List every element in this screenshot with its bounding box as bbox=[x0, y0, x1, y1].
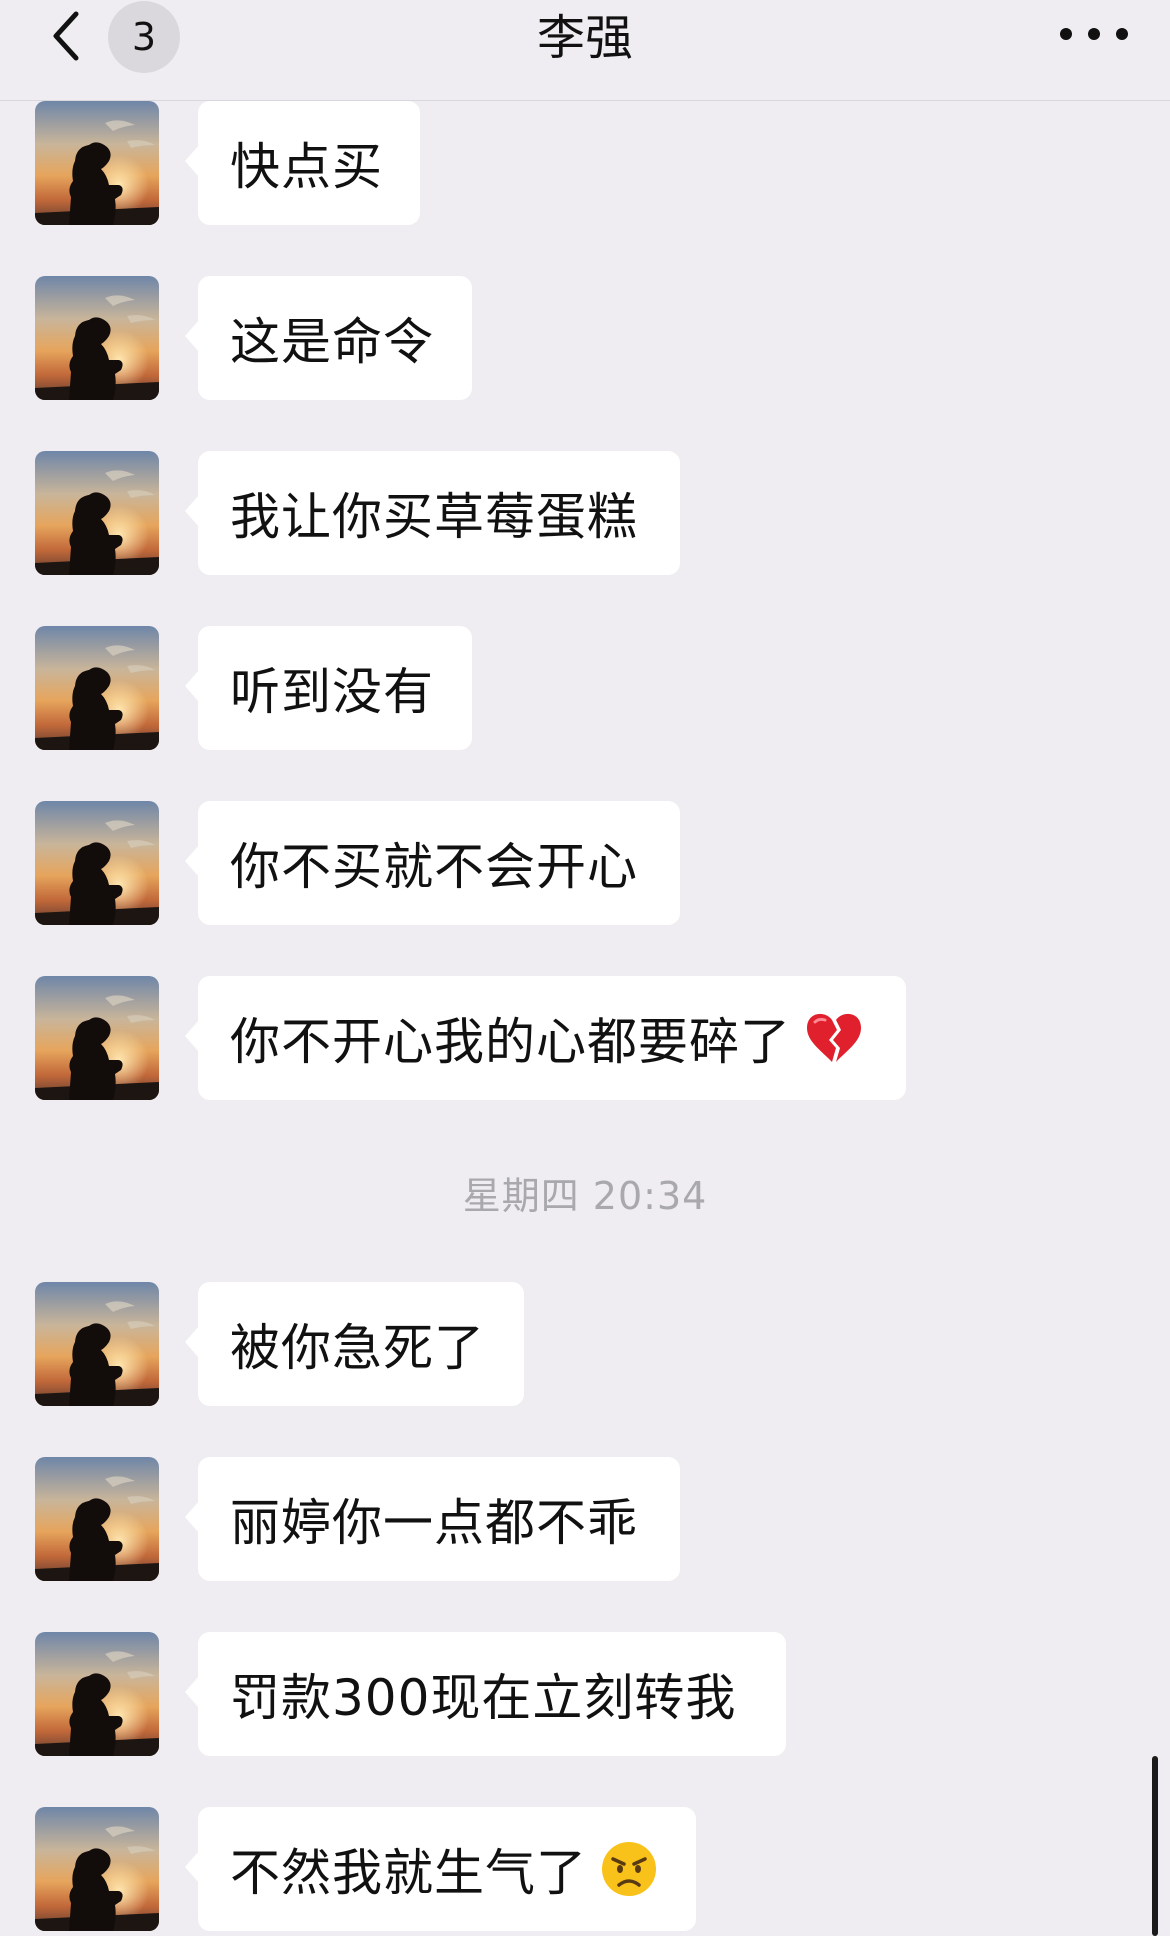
avatar[interactable] bbox=[35, 801, 159, 925]
message-text: 你不买就不会开心 bbox=[230, 838, 638, 896]
message-text: 快点买 bbox=[230, 138, 383, 196]
avatar[interactable] bbox=[35, 626, 159, 750]
message-row: 你不买就不会开心 bbox=[0, 801, 1170, 925]
scrollbar[interactable] bbox=[1152, 1756, 1158, 1936]
broken-heart-icon bbox=[807, 1013, 861, 1062]
unread-count-badge[interactable]: 3 bbox=[108, 1, 180, 73]
message-bubble[interactable]: 丽婷你一点都不乖 bbox=[185, 1457, 680, 1581]
message-text: 这是命令 bbox=[230, 313, 434, 371]
chevron-left-icon bbox=[53, 11, 79, 61]
message-text: 被你急死了 bbox=[230, 1319, 485, 1377]
avatar[interactable] bbox=[35, 276, 159, 400]
more-button[interactable] bbox=[1052, 14, 1136, 54]
timestamp-divider: 星期四 20:34 bbox=[462, 1174, 708, 1218]
message-text: 你不开心我的心都要碎了 bbox=[230, 1013, 791, 1071]
message-text: 听到没有 bbox=[230, 663, 434, 721]
message-row: 被你急死了 bbox=[0, 1282, 1170, 1406]
message-bubble[interactable]: 快点买 bbox=[185, 101, 420, 225]
avatar[interactable] bbox=[35, 451, 159, 575]
avatar[interactable] bbox=[35, 1457, 159, 1581]
message-bubble[interactable]: 你不开心我的心都要碎了 bbox=[185, 976, 906, 1100]
message-bubble[interactable]: 这是命令 bbox=[185, 276, 472, 400]
chat-message-list[interactable]: 快点买 这是命令 我让你买草莓蛋糕 听到没有 你不买就不会开心 你不开心我的心都… bbox=[0, 100, 1170, 1936]
avatar[interactable] bbox=[35, 1282, 159, 1406]
avatar[interactable] bbox=[35, 1807, 159, 1931]
avatar[interactable] bbox=[35, 1632, 159, 1756]
avatar[interactable] bbox=[35, 976, 159, 1100]
message-row: 不然我就生气了 bbox=[0, 1807, 1170, 1931]
message-text: 丽婷你一点都不乖 bbox=[230, 1494, 638, 1552]
message-row: 听到没有 bbox=[0, 626, 1170, 750]
nav-bar: 3 李强 bbox=[0, 0, 1170, 101]
message-row: 丽婷你一点都不乖 bbox=[0, 1457, 1170, 1581]
message-row: 你不开心我的心都要碎了 bbox=[0, 976, 1170, 1100]
message-bubble[interactable]: 罚款300现在立刻转我 bbox=[185, 1632, 786, 1756]
more-dots-icon bbox=[1060, 28, 1128, 40]
message-bubble[interactable]: 我让你买草莓蛋糕 bbox=[185, 451, 680, 575]
message-text: 罚款300现在立刻转我 bbox=[230, 1669, 737, 1727]
angry-face-icon bbox=[602, 1842, 656, 1896]
message-bubble[interactable]: 你不买就不会开心 bbox=[185, 801, 680, 925]
message-row: 罚款300现在立刻转我 bbox=[0, 1632, 1170, 1756]
message-bubble[interactable]: 被你急死了 bbox=[185, 1282, 524, 1406]
message-text: 我让你买草莓蛋糕 bbox=[230, 488, 638, 546]
avatar[interactable] bbox=[35, 101, 159, 225]
message-bubble[interactable]: 不然我就生气了 bbox=[185, 1807, 696, 1931]
message-row: 我让你买草莓蛋糕 bbox=[0, 451, 1170, 575]
message-row: 这是命令 bbox=[0, 276, 1170, 400]
message-text: 不然我就生气了 bbox=[230, 1844, 587, 1902]
message-bubble[interactable]: 听到没有 bbox=[185, 626, 472, 750]
back-button[interactable] bbox=[44, 6, 88, 66]
message-row: 快点买 bbox=[0, 101, 1170, 225]
chat-title: 李强 bbox=[536, 10, 633, 66]
